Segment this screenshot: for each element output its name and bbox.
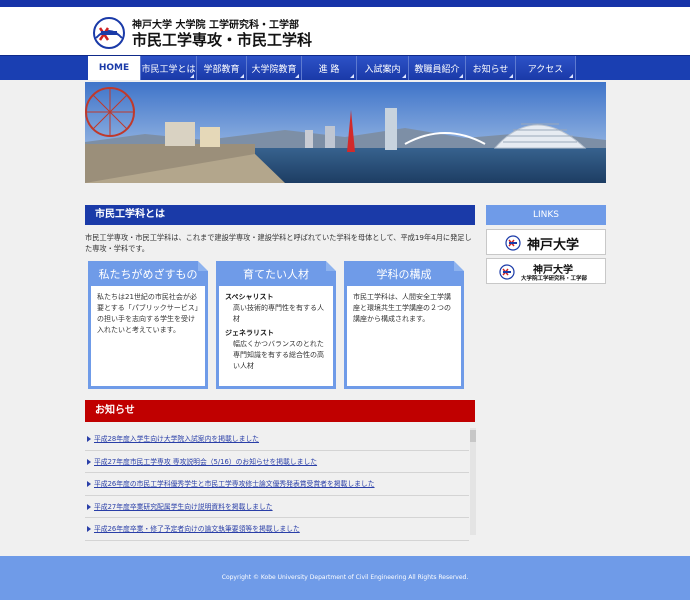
nav-item-access[interactable]: アクセス bbox=[516, 56, 576, 80]
news-item[interactable]: 平成27年度市民工学専攻 専攻説明会（5/16）のお知らせを掲載しました bbox=[85, 451, 469, 473]
card-body: 市民工学科は、人間安全工学講座と環境共生工学講座の２つの講座から構成されます。 bbox=[353, 293, 451, 323]
nav-label: 入試案内 bbox=[364, 64, 401, 75]
corner-fold-icon bbox=[454, 261, 464, 271]
corner-fold-icon bbox=[326, 261, 336, 271]
arrow-bullet-icon bbox=[87, 526, 91, 532]
nav-label: 進 路 bbox=[318, 64, 340, 75]
kobe-university-link[interactable]: 神戸大学 bbox=[486, 229, 606, 255]
nav-label: 大学院教育 bbox=[251, 64, 297, 75]
nav-item-graduate[interactable]: 大学院教育 bbox=[247, 56, 302, 80]
specialist-heading: スペシャリスト bbox=[225, 293, 274, 301]
intro-text: 市民工学専攻・市民工学科は、これまで建設学専攻・建設学科と呼ばれていた学科を母体… bbox=[85, 233, 472, 253]
engineering-faculty-link[interactable]: 神戸大学 大学院工学研究科・工学部 bbox=[486, 258, 606, 284]
kobe-university-logo-icon bbox=[505, 235, 521, 251]
nav-arrow-icon bbox=[509, 74, 513, 78]
card-title: 学科の構成 bbox=[347, 261, 464, 286]
nav-item-about[interactable]: 市民工学とは bbox=[141, 56, 197, 80]
nav-item-home[interactable]: HOME bbox=[88, 56, 141, 80]
nav-label: 学部教育 bbox=[203, 64, 240, 75]
news-scrollbar[interactable] bbox=[470, 428, 476, 535]
news-heading: お知らせ bbox=[85, 400, 475, 422]
corner-fold-icon bbox=[198, 261, 208, 271]
nav-label: 教職員紹介 bbox=[414, 64, 460, 75]
arrow-bullet-icon bbox=[87, 458, 91, 465]
news-item[interactable]: 平成27年度卒業研究配属学生向け説明資料を掲載しました bbox=[85, 496, 469, 518]
site-title[interactable]: 市民工学専攻・市民工学科 bbox=[132, 29, 312, 50]
card-body: 私たちは21世紀の市民社会が必要とする「パブリックサービス」の担い手を志向する学… bbox=[97, 293, 199, 334]
card-title-text: 私たちがめざすもの bbox=[98, 268, 198, 281]
news-item[interactable]: 平成26年度卒業・修了予定者向けの論文執筆要領等を掲載しました bbox=[85, 518, 469, 541]
hero-harbor-image bbox=[85, 82, 606, 183]
nav-arrow-icon bbox=[190, 74, 194, 78]
news-list: 平成28年度入学生向け大学院入試案内を掲載しました 平成27年度市民工学専攻 専… bbox=[85, 428, 469, 541]
copyright-text: Copyright © Kobe University Department o… bbox=[221, 574, 469, 581]
card-title: 育てたい人材 bbox=[219, 261, 336, 286]
scrollbar-thumb[interactable] bbox=[470, 430, 476, 442]
news-item-link[interactable]: 平成27年度卒業研究配属学生向け説明資料を掲載しました bbox=[94, 503, 273, 511]
card-vision: 私たちがめざすもの 私たちは21世紀の市民社会が必要とする「パブリックサービス」… bbox=[88, 261, 208, 389]
card-title-text: 学科の構成 bbox=[376, 268, 432, 281]
nav-arrow-icon bbox=[240, 74, 244, 78]
kobe-university-logo-icon bbox=[499, 264, 515, 280]
site-header: 神戸大学 大学院 工学研究科・工学部 市民工学専攻・市民工学科 bbox=[0, 7, 690, 55]
main-navigation: HOME 市民工学とは 学部教育 大学院教育 進 路 入試案内 教職員紹介 お知… bbox=[0, 55, 690, 80]
arrow-bullet-icon bbox=[87, 436, 91, 442]
card-structure: 学科の構成 市民工学科は、人間安全工学講座と環境共生工学講座の２つの講座から構成… bbox=[344, 261, 464, 389]
nav-item-undergraduate[interactable]: 学部教育 bbox=[197, 56, 247, 80]
nav-list: HOME 市民工学とは 学部教育 大学院教育 進 路 入試案内 教職員紹介 お知… bbox=[88, 56, 576, 81]
nav-item-news[interactable]: お知らせ bbox=[466, 56, 516, 80]
nav-arrow-icon bbox=[295, 74, 299, 78]
nav-arrow-icon bbox=[402, 74, 406, 78]
news-item-link[interactable]: 平成28年度入学生向け大学院入試案内を掲載しました bbox=[94, 435, 259, 443]
nav-label: 市民工学とは bbox=[141, 64, 196, 75]
generalist-text: 幅広くかつバランスのとれた専門知識を有する総合性の高い人材 bbox=[233, 340, 324, 370]
news-item-link[interactable]: 平成26年度卒業・修了予定者向けの論文執筆要領等を掲載しました bbox=[94, 525, 300, 533]
card-title-text: 育てたい人材 bbox=[243, 268, 309, 281]
nav-arrow-icon bbox=[350, 74, 354, 78]
nav-arrow-icon bbox=[569, 74, 573, 78]
card-talent: 育てたい人材 スペシャリスト 高い技術的専門性を有する人材 ジェネラリスト 幅広… bbox=[216, 261, 336, 389]
links-heading: LINKS bbox=[486, 205, 606, 225]
generalist-heading: ジェネラリスト bbox=[225, 329, 274, 337]
nav-label: HOME bbox=[98, 63, 130, 73]
news-item-link[interactable]: 平成27年度市民工学専攻 専攻説明会（5/16）のお知らせを掲載しました bbox=[94, 458, 317, 466]
nav-arrow-icon bbox=[459, 74, 463, 78]
news-item-link[interactable]: 平成26年度の市民工学科優秀学生と市民工学専攻修士論文優秀発表賞受賞者を掲載しま… bbox=[94, 480, 375, 488]
card-body: スペシャリスト 高い技術的専門性を有する人材 ジェネラリスト 幅広くかつバランス… bbox=[219, 286, 333, 378]
engineering-link-subtitle: 大学院工学研究科・工学部 bbox=[521, 276, 588, 282]
nav-label: お知らせ bbox=[472, 64, 509, 75]
arrow-bullet-icon bbox=[87, 503, 91, 510]
news-item[interactable]: 平成28年度入学生向け大学院入試案内を掲載しました bbox=[85, 428, 469, 451]
card-title: 私たちがめざすもの bbox=[91, 261, 208, 286]
news-item[interactable]: 平成26年度の市民工学科優秀学生と市民工学専攻修士論文優秀発表賞受賞者を掲載しま… bbox=[85, 473, 469, 496]
top-accent-bar bbox=[0, 0, 690, 7]
specialist-text: 高い技術的専門性を有する人材 bbox=[233, 304, 324, 323]
nav-item-career[interactable]: 進 路 bbox=[302, 56, 357, 80]
site-footer: Copyright © Kobe University Department o… bbox=[0, 556, 690, 600]
kobe-university-logo-icon[interactable] bbox=[92, 16, 126, 50]
main-section-heading: 市民工学科とは bbox=[85, 205, 475, 225]
nav-item-faculty[interactable]: 教職員紹介 bbox=[409, 56, 466, 80]
kobe-university-link-label: 神戸大学 bbox=[527, 238, 580, 253]
arrow-bullet-icon bbox=[87, 481, 91, 487]
nav-item-admissions[interactable]: 入試案内 bbox=[357, 56, 409, 80]
nav-label: アクセス bbox=[527, 64, 564, 75]
